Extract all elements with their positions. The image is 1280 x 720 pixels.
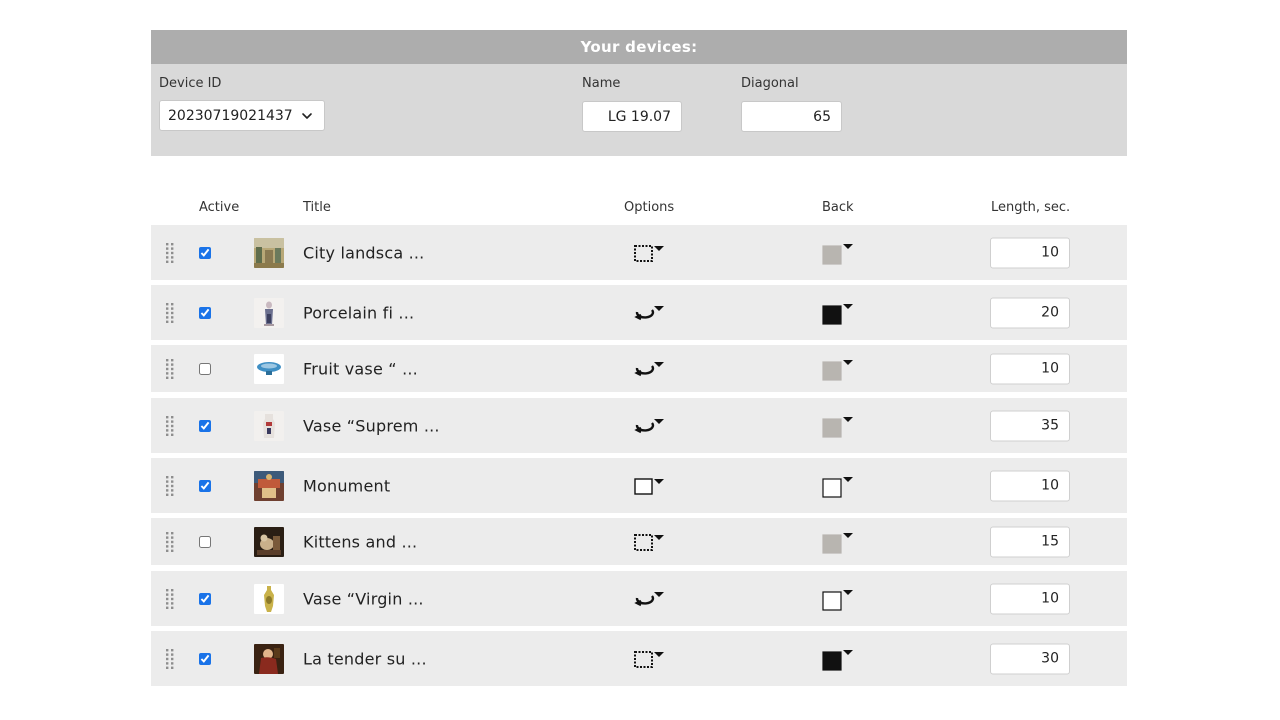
rotate-icon[interactable]: [633, 415, 665, 437]
header-length: Length, sec.: [991, 200, 1071, 215]
artwork-thumbnail: [254, 643, 284, 674]
length-seconds-input[interactable]: [990, 410, 1070, 441]
active-checkbox[interactable]: [199, 306, 211, 319]
artwork-title[interactable]: Monument: [303, 476, 390, 495]
chevron-down-icon: [302, 112, 312, 119]
artwork-title[interactable]: Fruit vase “ ...: [303, 359, 418, 378]
length-seconds-input[interactable]: [990, 237, 1070, 268]
drag-handle-icon[interactable]: [165, 531, 175, 553]
table-row: La tender su ...: [151, 631, 1127, 686]
artwork-thumbnail: [254, 353, 284, 384]
name-input[interactable]: [582, 101, 682, 132]
rotate-icon[interactable]: [633, 588, 665, 610]
header-options: Options: [624, 200, 675, 215]
active-checkbox[interactable]: [199, 479, 211, 492]
app: Your devices: Device ID 20230719021437 N…: [0, 0, 1280, 720]
artwork-thumbnail: [254, 470, 284, 501]
active-checkbox[interactable]: [199, 419, 211, 432]
drag-handle-icon[interactable]: [165, 648, 175, 670]
header-title: Title: [303, 200, 331, 215]
frame-dotted-icon[interactable]: [633, 648, 665, 670]
back-color-swatch-icon[interactable]: [821, 587, 855, 611]
frame-dotted-icon[interactable]: [633, 531, 665, 553]
artwork-title[interactable]: City landsca ...: [303, 243, 424, 262]
back-color-swatch-icon[interactable]: [821, 647, 855, 671]
back-color-swatch-icon[interactable]: [821, 301, 855, 325]
artwork-title[interactable]: Vase “Virgin ...: [303, 589, 424, 608]
length-seconds-input[interactable]: [990, 297, 1070, 328]
table-row: Monument: [151, 458, 1127, 513]
active-checkbox[interactable]: [199, 362, 211, 375]
back-color-swatch-icon[interactable]: [821, 474, 855, 498]
table-row: City landsca ...: [151, 225, 1127, 280]
device-id-value: 20230719021437: [168, 107, 293, 124]
drag-handle-icon[interactable]: [165, 415, 175, 437]
artwork-thumbnail: [254, 583, 284, 614]
devices-header: Your devices:: [151, 30, 1127, 64]
rotate-icon[interactable]: [633, 302, 665, 324]
drag-handle-icon[interactable]: [165, 358, 175, 380]
length-seconds-input[interactable]: [990, 470, 1070, 501]
drag-handle-icon[interactable]: [165, 588, 175, 610]
header-back: Back: [822, 200, 854, 215]
back-color-swatch-icon[interactable]: [821, 414, 855, 438]
table-row: Vase “Virgin ...: [151, 571, 1127, 626]
header-active: Active: [199, 200, 240, 215]
artwork-title[interactable]: Kittens and ...: [303, 532, 417, 551]
table-row: Fruit vase “ ...: [151, 345, 1127, 392]
back-color-swatch-icon[interactable]: [821, 241, 855, 265]
device-id-label: Device ID: [159, 76, 222, 91]
table-row: Porcelain fi ...: [151, 285, 1127, 340]
length-seconds-input[interactable]: [990, 583, 1070, 614]
artwork-thumbnail: [254, 410, 284, 441]
drag-handle-icon[interactable]: [165, 475, 175, 497]
drag-handle-icon[interactable]: [165, 242, 175, 264]
active-checkbox[interactable]: [199, 652, 211, 665]
artwork-title[interactable]: La tender su ...: [303, 649, 427, 668]
back-color-swatch-icon[interactable]: [821, 357, 855, 381]
frame-plain-icon[interactable]: [633, 475, 665, 497]
table-row: Kittens and ...: [151, 518, 1127, 565]
artwork-thumbnail: [254, 297, 284, 328]
table-row: Vase “Suprem ...: [151, 398, 1127, 453]
device-id-select[interactable]: 20230719021437: [159, 100, 325, 131]
length-seconds-input[interactable]: [990, 353, 1070, 384]
name-label: Name: [582, 76, 621, 91]
diagonal-label: Diagonal: [741, 76, 799, 91]
length-seconds-input[interactable]: [990, 526, 1070, 557]
artwork-title[interactable]: Porcelain fi ...: [303, 303, 414, 322]
length-seconds-input[interactable]: [990, 643, 1070, 674]
artwork-thumbnail: [254, 526, 284, 557]
device-settings-panel: Device ID 20230719021437 Name Diagonal: [151, 64, 1127, 156]
rotate-icon[interactable]: [633, 358, 665, 380]
active-checkbox[interactable]: [199, 535, 211, 548]
back-color-swatch-icon[interactable]: [821, 530, 855, 554]
drag-handle-icon[interactable]: [165, 302, 175, 324]
artwork-title[interactable]: Vase “Suprem ...: [303, 416, 440, 435]
frame-dotted-icon[interactable]: [633, 242, 665, 264]
active-checkbox[interactable]: [199, 592, 211, 605]
diagonal-input[interactable]: [741, 101, 842, 132]
active-checkbox[interactable]: [199, 246, 211, 259]
artwork-thumbnail: [254, 237, 284, 268]
